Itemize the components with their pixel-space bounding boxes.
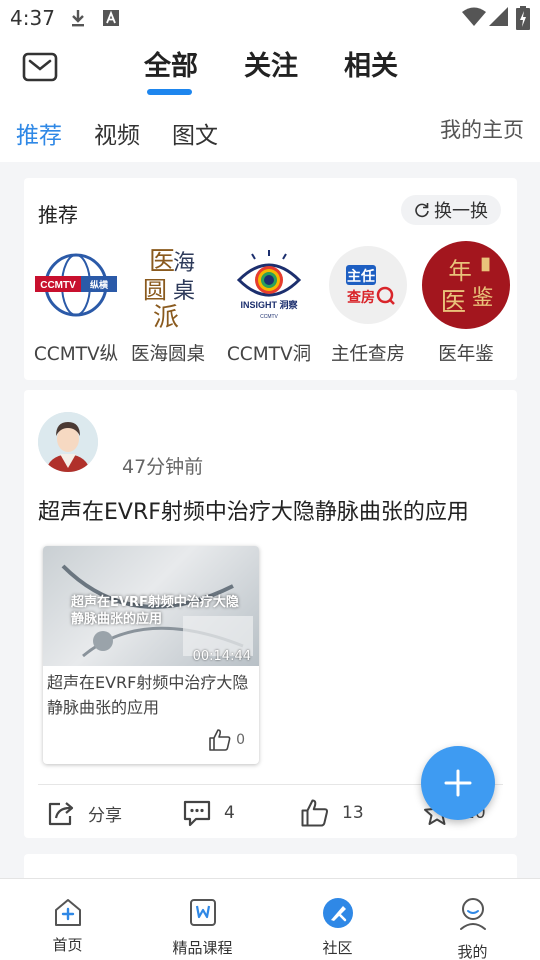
wifi-icon bbox=[462, 7, 486, 26]
tab-related[interactable]: 相关 bbox=[344, 44, 398, 83]
recommend-card: 推荐 换一换 CCMTV 纵横 CCMTV纵 医 海 圆 桌 派 医海圆桌 IN… bbox=[24, 178, 517, 380]
video-caption: 超声在EVRF射频中治疗大隐静脉曲张的应用 bbox=[47, 673, 249, 717]
video-duration: 00:14:44 bbox=[192, 649, 251, 664]
nav-label: 我的 bbox=[457, 943, 488, 960]
svg-text:CCMTV: CCMTV bbox=[40, 280, 76, 291]
course-icon bbox=[189, 899, 216, 926]
thumbnail-title: 超声在EVRF射频中治疗大隐静脉曲张的应用 bbox=[71, 595, 239, 627]
cellular-signal-icon bbox=[489, 7, 508, 26]
nav-label: 首页 bbox=[52, 936, 83, 954]
recommend-item-name: 医海圆桌 bbox=[130, 344, 205, 365]
nav-courses[interactable]: 精品课程 bbox=[135, 879, 270, 960]
tab-follow[interactable]: 关注 bbox=[244, 44, 298, 83]
recommend-title: 推荐 bbox=[38, 203, 78, 227]
svg-text:INSIGHT 洞察: INSIGHT 洞察 bbox=[240, 299, 298, 310]
nav-community[interactable]: 社区 bbox=[270, 879, 405, 960]
svg-text:查房: 查房 bbox=[347, 289, 375, 306]
share-label: 分享 bbox=[88, 805, 122, 826]
svg-text:派: 派 bbox=[153, 303, 179, 330]
status-time: 4:37 bbox=[10, 6, 55, 30]
recommend-item-name: CCMTV洞 bbox=[226, 344, 312, 365]
recommend-item-zhuren-chafang[interactable]: 主任 查房 主任查房 bbox=[318, 240, 418, 366]
svg-text:医: 医 bbox=[149, 247, 175, 277]
active-tab-indicator bbox=[147, 89, 192, 95]
subtab-video[interactable]: 视频 bbox=[94, 116, 140, 150]
like-button[interactable]: 13 bbox=[300, 798, 364, 828]
yihai-yuanzhuo-logo: 医 海 圆 桌 派 bbox=[123, 240, 213, 330]
svg-text:圆: 圆 bbox=[143, 276, 167, 304]
avatar[interactable] bbox=[38, 412, 98, 472]
comment-icon bbox=[183, 800, 211, 827]
tab-all[interactable]: 全部 bbox=[144, 44, 198, 83]
share-icon bbox=[48, 802, 74, 826]
recommend-item-name: 医年鉴 bbox=[438, 344, 494, 365]
download-icon bbox=[72, 10, 84, 27]
home-plus-icon bbox=[54, 899, 81, 926]
svg-text:医: 医 bbox=[441, 286, 466, 316]
nav-home[interactable]: 首页 bbox=[0, 879, 135, 960]
video-card[interactable]: 超声在EVRF射频中治疗大隐静脉曲张的应用 00:14:44 超声在EVRF射频… bbox=[43, 546, 259, 764]
subtab-article[interactable]: 图文 bbox=[172, 116, 218, 150]
svg-text:主任: 主任 bbox=[347, 268, 375, 285]
share-button[interactable]: 分享 bbox=[46, 798, 122, 828]
ccmtv-zongheng-logo: CCMTV 纵横 bbox=[31, 240, 121, 330]
text-notification-icon bbox=[103, 10, 119, 26]
thumbs-up-icon bbox=[301, 799, 328, 827]
recommend-item-yihai-yuanzhuo[interactable]: 医 海 圆 桌 派 医海圆桌 bbox=[118, 240, 218, 366]
nav-label: 精品课程 bbox=[172, 939, 233, 957]
mail-icon[interactable] bbox=[22, 52, 58, 82]
zhuren-chafang-logo: 主任 查房 bbox=[323, 240, 413, 330]
refresh-icon bbox=[415, 203, 429, 218]
video-like-count: 0 bbox=[236, 732, 245, 748]
sub-tabs: 推荐 视频 图文 我的主页 bbox=[0, 100, 540, 162]
like-count: 13 bbox=[342, 803, 364, 823]
svg-text:桌: 桌 bbox=[173, 279, 195, 304]
svg-text:CCMTV: CCMTV bbox=[260, 314, 278, 320]
svg-text:鉴: 鉴 bbox=[472, 286, 494, 311]
video-like-button[interactable]: 0 bbox=[208, 728, 245, 752]
recommend-item-name: CCMTV纵 bbox=[33, 344, 119, 365]
subtab-recommend[interactable]: 推荐 bbox=[16, 116, 62, 150]
create-post-button[interactable] bbox=[421, 746, 495, 820]
battery-icon bbox=[516, 6, 530, 30]
profile-icon bbox=[459, 898, 486, 930]
recommend-item-ccmtv-insight[interactable]: INSIGHT 洞察 CCMTV CCMTV洞 bbox=[219, 240, 319, 366]
ccmtv-insight-logo: INSIGHT 洞察 CCMTV bbox=[224, 240, 314, 330]
post-time: 47分钟前 bbox=[122, 456, 204, 478]
community-icon bbox=[322, 898, 353, 928]
status-bar: 4:37 bbox=[0, 0, 540, 36]
yi-nianjian-logo: 年 医 鉴 bbox=[421, 240, 511, 330]
bottom-nav: 首页 精品课程 社区 我的 bbox=[0, 878, 540, 960]
nav-label: 社区 bbox=[322, 939, 353, 957]
recommend-item-yi-nianjian[interactable]: 年 医 鉴 医年鉴 bbox=[416, 240, 516, 366]
refresh-button[interactable]: 换一换 bbox=[401, 195, 501, 225]
my-homepage-link[interactable]: 我的主页 bbox=[440, 114, 524, 144]
plus-icon bbox=[444, 769, 472, 797]
top-header: 全部 关注 相关 bbox=[0, 36, 540, 100]
nav-mine[interactable]: 我的 bbox=[405, 879, 540, 960]
svg-text:纵横: 纵横 bbox=[90, 279, 109, 291]
svg-text:海: 海 bbox=[173, 251, 195, 276]
comment-button[interactable]: 4 bbox=[182, 798, 235, 828]
recommend-item-name: 主任查房 bbox=[330, 344, 405, 365]
recommend-item-ccmtv-zongheng[interactable]: CCMTV 纵横 CCMTV纵 bbox=[26, 240, 126, 366]
comment-count: 4 bbox=[224, 803, 235, 823]
video-thumbnail: 超声在EVRF射频中治疗大隐静脉曲张的应用 00:14:44 bbox=[43, 546, 259, 666]
thumbs-up-icon bbox=[209, 729, 231, 751]
post-title[interactable]: 超声在EVRF射频中治疗大隐静脉曲张的应用 bbox=[38, 494, 469, 526]
refresh-label: 换一换 bbox=[434, 201, 488, 222]
svg-text:年: 年 bbox=[448, 257, 471, 285]
